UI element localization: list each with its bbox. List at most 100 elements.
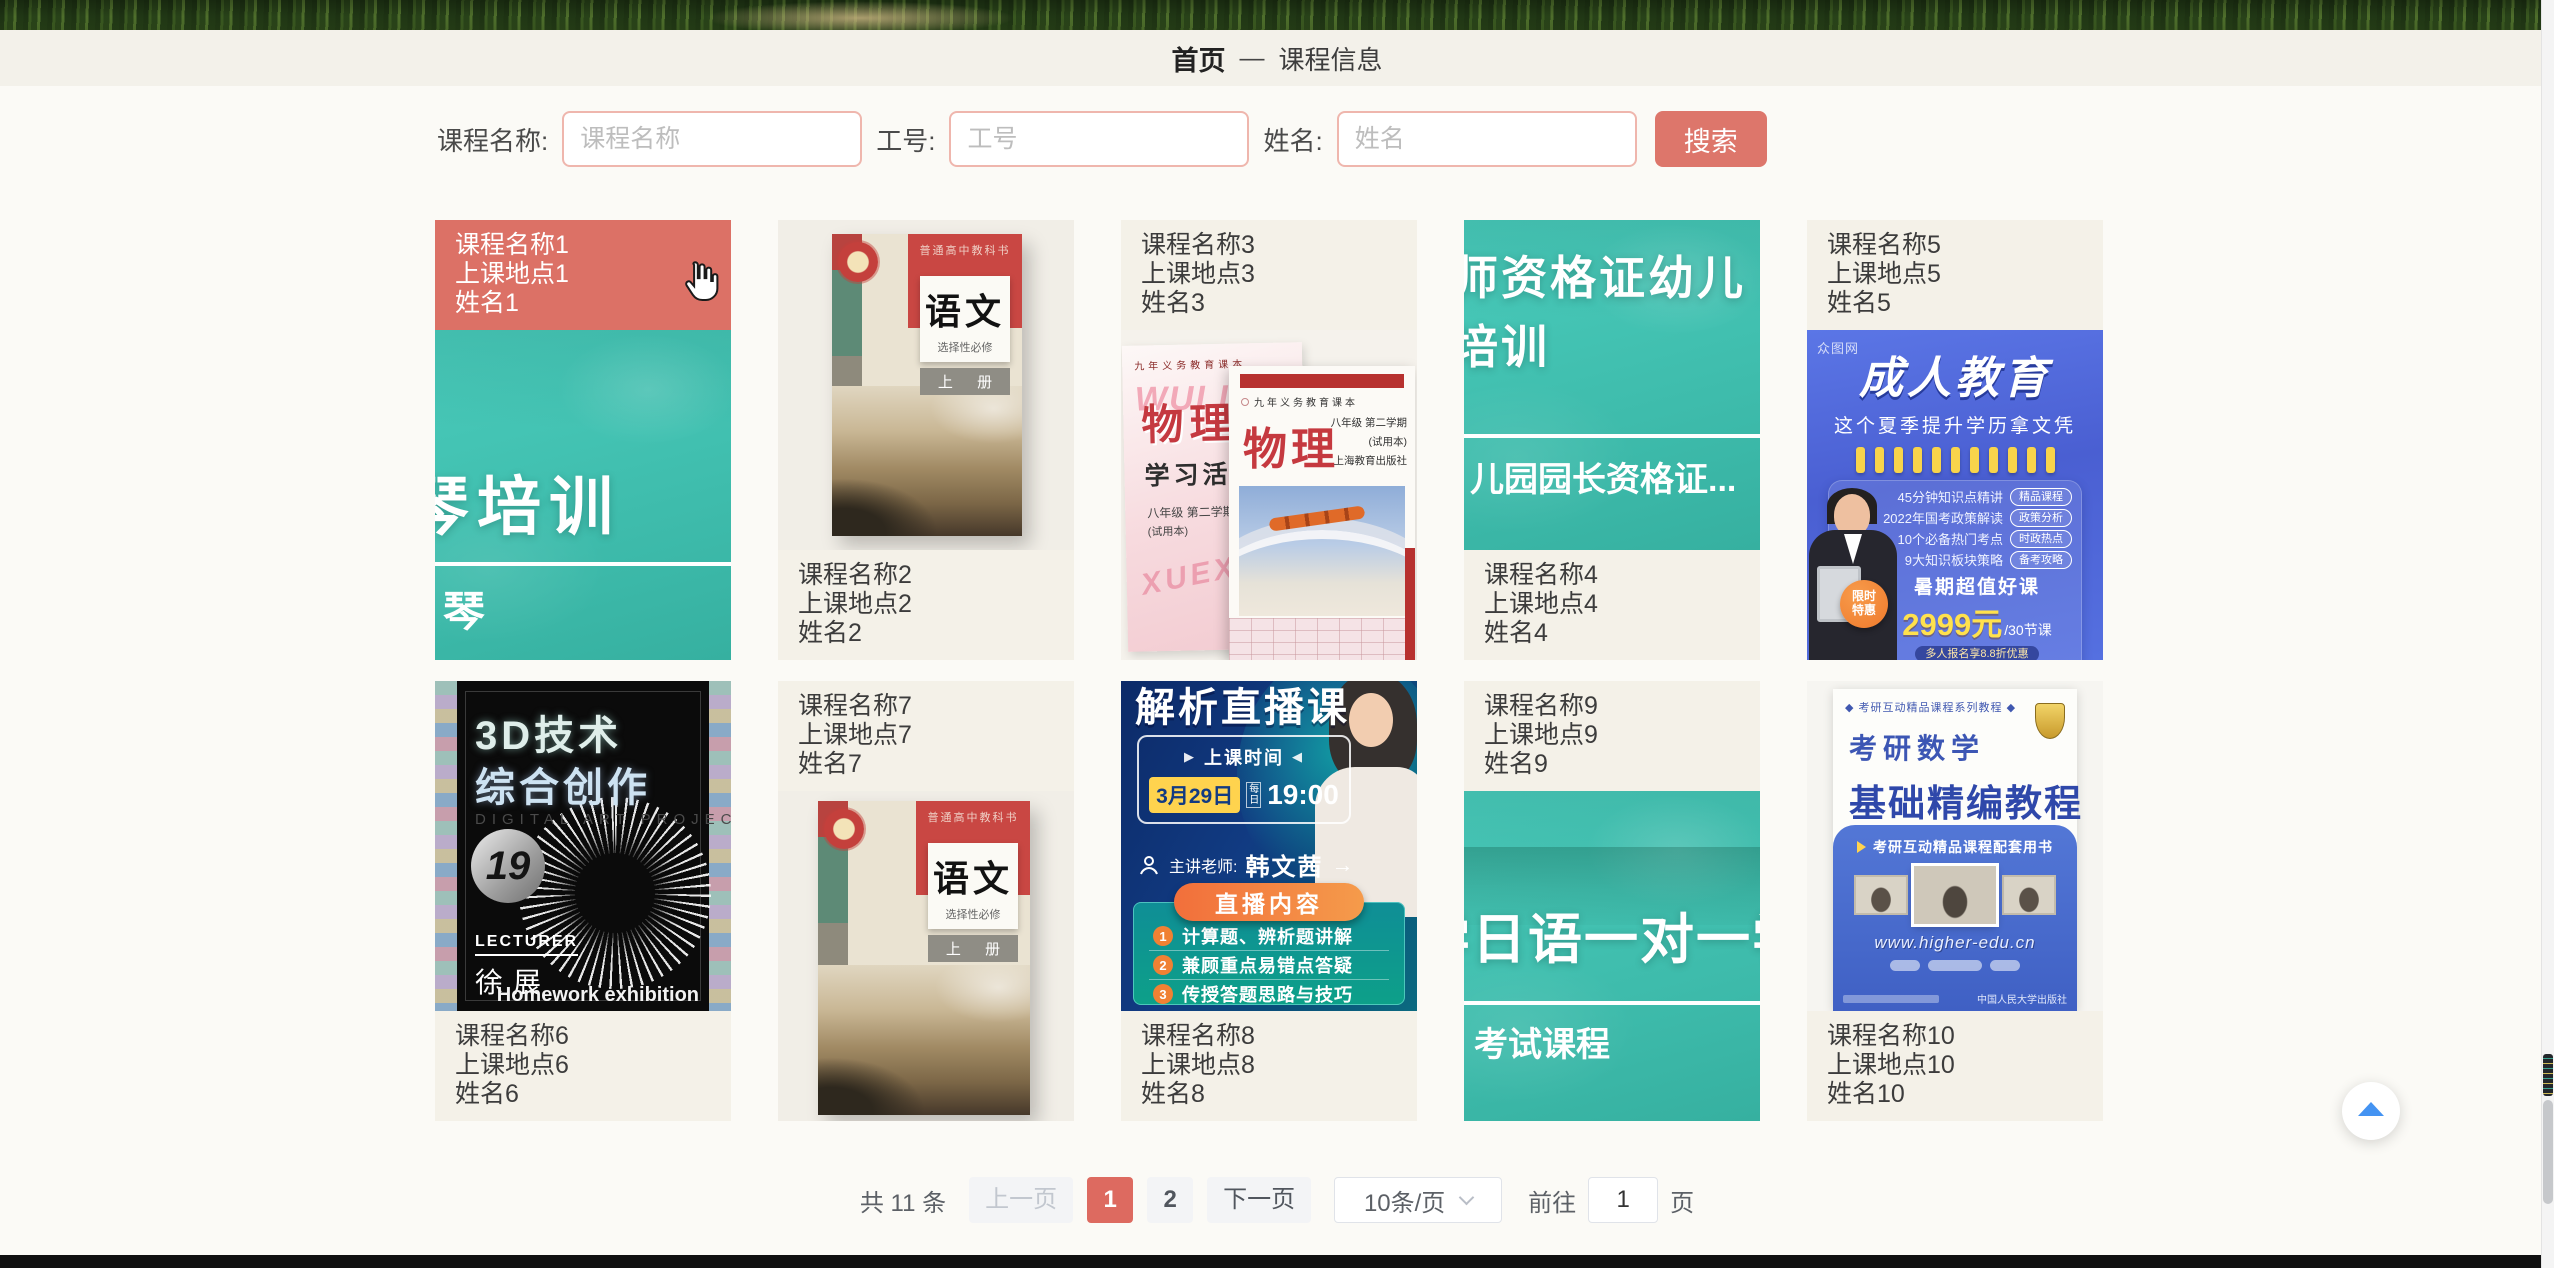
poster-title: 师资格证幼儿 培训 [1464,244,1746,382]
feature-text: 9大知识板块策略 [1905,550,2003,569]
course-card-6[interactable]: 3D技术 综合创作 DIGITAL ART PROJECT 19 LECTURE… [435,681,731,1121]
holographic-strip [435,681,457,1011]
book-seal-icon [824,809,864,849]
play-icon [1857,841,1866,853]
presenter-figure [1809,494,1897,660]
item-number: 1 [1153,926,1173,946]
course-person: 姓名2 [798,619,1054,648]
page-2-button[interactable]: 2 [1147,1177,1193,1223]
press-name: 上海教育出版社 [1331,452,1407,471]
book-landscape-art [832,386,1022,536]
poster-divider [435,562,731,566]
feature-text: 45分钟知识点精讲 [1898,487,2003,506]
staff-id-label: 工号: [876,121,935,158]
chevron-down-icon [1459,1189,1475,1205]
poster-title: 解析直播课 [1135,681,1350,733]
book-series: 普通高中教科书 [920,809,1026,825]
poster-caption: 儿园园长资格证... [1470,452,1736,501]
teacher-name: 韩文茜 [1245,847,1323,882]
poster-title: 学日语一对一学 [1464,895,1760,974]
search-form: 课程名称: 工号: 姓名: 搜索 [437,110,1767,168]
course-info: 课程名称5 上课地点5 姓名5 [1807,220,2103,330]
course-card-1[interactable]: 课程名称1 上课地点1 姓名1 琴培训 琴 [435,220,731,660]
search-button[interactable]: 搜索 [1655,111,1767,167]
book-title: 物理 [1243,413,1339,477]
feature-badge: 备考攻略 [2010,551,2072,569]
page: 首页 — 课程信息 课程名称: 工号: 姓名: 搜索 课程名称1 上课地点1 姓… [0,0,2554,1268]
grade-note: 八年级 第二学期 [1331,414,1407,433]
arrow-right-icon: ▶ [1184,749,1196,765]
feature-badge: 时政热点 [2010,530,2072,548]
course-info: 课程名称10 上课地点10 姓名10 [1807,1011,2103,1121]
page-size-select[interactable]: 10条/页 [1334,1177,1502,1223]
course-info: 课程名称3 上课地点3 姓名3 [1121,220,1417,330]
course-card-10[interactable]: ◆ 考研互动精品课程系列教程 ◆ 考研数学 基础精编教程 总编 高教网 主编 王… [1807,681,2103,1121]
course-poster-live-class: 解析直播课 ▶ 上课时间 ◀ 3月29日 每日 19:00 [1121,681,1417,1011]
figure-face [1349,693,1393,747]
staff-id-input[interactable] [949,111,1249,167]
course-name: 课程名称10 [1827,1022,2083,1051]
course-name: 课程名称6 [455,1022,711,1051]
course-card-3[interactable]: 课程名称3 上课地点3 姓名3 九年义务教育课本 WULI 物理 学习活动 八年… [1121,220,1417,660]
course-card-7[interactable]: 课程名称7 上课地点7 姓名7 普通高中教科书 语文 选择性必修 上 册 [778,681,1074,1121]
back-to-top-button[interactable] [2342,1082,2400,1140]
teacher-label: 主讲老师: [1169,853,1237,877]
book-subtitle: 选择性必修 [946,906,1001,922]
goto-suffix: 页 [1670,1183,1694,1218]
course-card-5[interactable]: 课程名称5 上课地点5 姓名5 众图网 成人教育 这个夏季提升学历拿文凭 45分… [1807,220,2103,660]
course-person: 姓名10 [1827,1080,2083,1109]
book-title: 语文 [933,850,1013,902]
item-number: 2 [1153,955,1173,975]
prev-page-button[interactable]: 上一页 [969,1177,1073,1223]
poster-footer: Homework exhibition [497,984,699,1007]
feature-badge: 政策分析 [2010,509,2072,527]
book-cover: 普通高中教科书 语文 选择性必修 上 册 [818,801,1030,1115]
total-count: 共 11 条 [860,1183,946,1218]
pagination: 共 11 条 上一页 1 2 下一页 10条/页 前往 页 [0,1176,2554,1224]
name-label: 姓名: [1263,121,1322,158]
poster-caption: 考试课程 [1474,1017,1610,1066]
panel-band: 考研互动精品课程配套用书 [1833,837,2077,857]
edition-notes: 八年级 第二学期 (试用本) 上海教育出版社 [1331,414,1407,471]
course-info: 课程名称7 上课地点7 姓名7 [778,681,1074,791]
course-person: 姓名4 [1484,619,1740,648]
decor-capsules [1833,960,2077,971]
arrow-up-icon [2358,1102,2384,1116]
publisher: 中国人民大学出版社 [1977,991,2067,1006]
next-page-button[interactable]: 下一页 [1207,1177,1311,1223]
course-info: 课程名称2 上课地点2 姓名2 [778,550,1074,660]
course-name-input[interactable] [562,111,862,167]
course-poster-math-textbook: ◆ 考研互动精品课程系列教程 ◆ 考研数学 基础精编教程 总编 高教网 主编 王… [1807,681,2103,1011]
course-person: 姓名8 [1141,1080,1397,1109]
series-text: 九年义务教育课本 [1241,394,1415,409]
course-card-9[interactable]: 课程名称9 上课地点9 姓名9 学日语一对一学 考试课程 [1464,681,1760,1121]
goto-page-input[interactable] [1588,1177,1658,1223]
class-time-box: ▶ 上课时间 ◀ 3月29日 每日 19:00 [1137,735,1351,824]
time-label: 上课时间 [1204,744,1284,770]
feature-text: 10个必备热门考点 [1898,529,2003,548]
course-person: 姓名3 [1141,289,1397,318]
roller-coaster-photo [1239,486,1405,616]
book-volume: 上 册 [928,935,1018,962]
content-item: 3 传授答题思路与技巧 [1133,982,1405,1006]
page-1-button[interactable]: 1 [1087,1177,1133,1223]
brush-arrow-icon: → [1331,852,1353,878]
red-edge [1405,548,1415,660]
breadcrumb-separator: — [1239,44,1264,73]
book-title-line2: 基础精编教程 [1849,773,2077,827]
name-input[interactable] [1337,111,1637,167]
course-card-4[interactable]: 师资格证幼儿 培训 儿园园长资格证... 课程名称4 上课地点4 姓名4 [1464,220,1760,660]
scrollbar[interactable] [2541,0,2554,1268]
price-unit: /30节课 [2004,620,2051,640]
class-date: 3月29日 [1149,777,1240,813]
course-place: 上课地点5 [1827,260,2083,289]
course-place: 上课地点1 [455,260,711,289]
course-card-8[interactable]: 解析直播课 ▶ 上课时间 ◀ 3月29日 每日 19:00 [1121,681,1417,1121]
grid-strip [1229,618,1415,660]
scrollbar-thumb[interactable] [2543,1100,2553,1204]
course-person: 姓名6 [455,1080,711,1109]
feature-text: 2022年国考政策解读 [1883,508,2003,527]
course-card-2[interactable]: 普通高中教科书 语文 选择性必修 上 册 课程名称2 上课地点2 姓名2 [778,220,1074,660]
poster-subtitle: 这个夏季提升学历拿文凭 [1807,411,2103,438]
breadcrumb-home-link[interactable]: 首页 [1171,39,1225,78]
